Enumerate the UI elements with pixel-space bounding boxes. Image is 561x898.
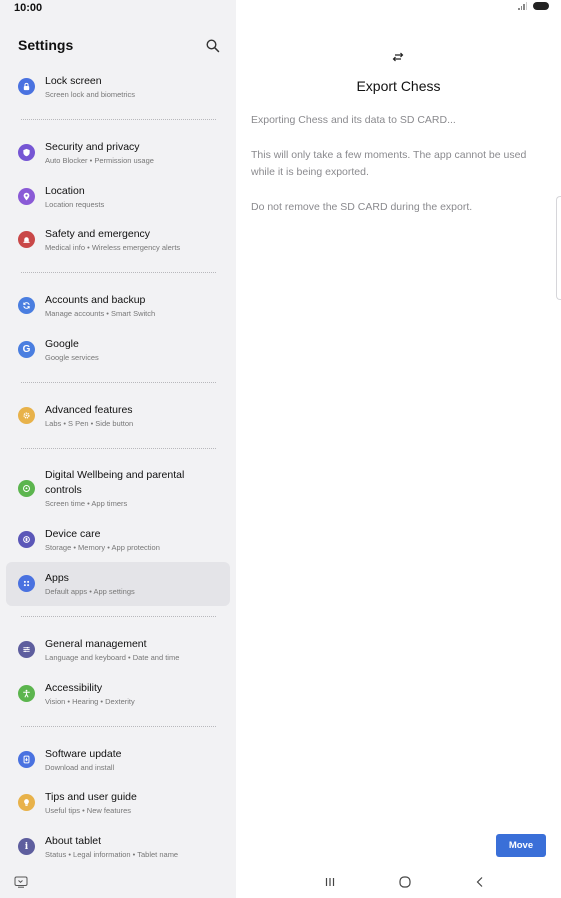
battery-icon [533, 2, 549, 10]
item-subtitle: Labs • S Pen • Side button [45, 419, 134, 428]
item-subtitle: Screen lock and biometrics [45, 90, 136, 99]
divider [21, 382, 216, 383]
item-subtitle: Download and install [45, 763, 115, 772]
item-title: Apps [45, 572, 69, 584]
settings-panel: 10:00 Settings Lock screen Screen lock a… [0, 0, 236, 898]
page-title: Settings [18, 37, 74, 53]
item-title: Accounts and backup [45, 294, 146, 306]
settings-item-digital-wellbeing[interactable]: Digital Wellbeing and parental controls … [6, 460, 230, 516]
location-pin-icon [18, 188, 35, 205]
settings-item-accounts-and-backup[interactable]: Accounts and backup Manage accounts • Sm… [6, 284, 230, 328]
item-subtitle: Vision • Hearing • Dexterity [45, 697, 135, 706]
apps-grid-icon [18, 575, 35, 592]
item-title: Software update [45, 748, 122, 760]
lock-icon [18, 78, 35, 95]
swap-arrows-icon [392, 52, 404, 62]
settings-item-google[interactable]: G Google Google services [6, 328, 230, 372]
item-subtitle: Useful tips • New features [45, 806, 131, 815]
settings-item-advanced-features[interactable]: Advanced features Labs • S Pen • Side bu… [6, 394, 230, 438]
settings-item-lock-screen[interactable]: Lock screen Screen lock and biometrics [6, 65, 230, 109]
item-title: Advanced features [45, 404, 133, 416]
item-subtitle: Screen time • App timers [45, 499, 128, 508]
item-title-line2: controls [45, 484, 82, 496]
settings-item-device-care[interactable]: Device care Storage • Memory • App prote… [6, 518, 230, 562]
item-subtitle: Storage • Memory • App protection [45, 543, 160, 552]
item-subtitle: Location requests [45, 200, 105, 209]
accessibility-person-icon [18, 685, 35, 702]
item-title: Device care [45, 528, 101, 540]
settings-item-safety-and-emergency[interactable]: Safety and emergency Medical info • Wire… [6, 218, 230, 262]
alarm-bell-icon [18, 231, 35, 248]
sync-icon [18, 297, 35, 314]
recent-apps-icon[interactable] [322, 874, 338, 890]
settings-item-tips-and-user-guide[interactable]: Tips and user guide Useful tips • New fe… [6, 781, 230, 825]
item-subtitle: Manage accounts • Smart Switch [45, 309, 156, 318]
settings-item-general-management[interactable]: General management Language and keyboard… [6, 628, 230, 672]
item-subtitle: Auto Blocker • Permission usage [45, 156, 154, 165]
shield-icon [18, 144, 35, 161]
item-title: Safety and emergency [45, 228, 151, 240]
item-title: Google [45, 338, 79, 350]
export-panel [236, 0, 561, 898]
divider [21, 616, 216, 617]
item-title: General management [45, 638, 147, 650]
item-title: Security and privacy [45, 141, 140, 153]
move-button[interactable]: Move [496, 834, 546, 857]
divider [21, 726, 216, 727]
settings-item-software-update[interactable]: Software update Download and install [6, 738, 230, 782]
device-care-icon [18, 531, 35, 548]
item-subtitle: Google services [45, 353, 99, 362]
item-title: Location [45, 185, 85, 197]
export-message-2: This will only take a few moments. The a… [251, 149, 527, 178]
divider [21, 272, 216, 273]
settings-item-about-tablet[interactable]: i About tablet Status • Legal informatio… [6, 825, 230, 869]
settings-item-location[interactable]: Location Location requests [6, 175, 230, 219]
divider [21, 448, 216, 449]
export-message-3: Do not remove the SD CARD during the exp… [251, 201, 473, 213]
back-icon[interactable] [472, 874, 488, 890]
item-subtitle: Default apps • App settings [45, 587, 135, 596]
item-title: Lock screen [45, 75, 102, 87]
home-icon[interactable] [397, 874, 413, 890]
item-title: Digital Wellbeing and parental [45, 469, 185, 481]
item-subtitle: Language and keyboard • Date and time [45, 653, 180, 662]
lightbulb-icon [18, 794, 35, 811]
status-icons [518, 2, 549, 10]
settings-item-security-and-privacy[interactable]: Security and privacy Auto Blocker • Perm… [6, 131, 230, 175]
gear-plus-icon [18, 407, 35, 424]
settings-item-apps[interactable]: Apps Default apps • App settings [6, 562, 230, 606]
item-title: Accessibility [45, 682, 103, 694]
keyboard-toggle-icon[interactable] [14, 876, 28, 888]
google-g-icon: G [18, 341, 35, 358]
search-icon[interactable] [205, 38, 221, 54]
signal-icon [518, 2, 528, 10]
status-time: 10:00 [14, 2, 43, 14]
export-title: Export Chess [356, 78, 441, 94]
info-icon: i [18, 838, 35, 855]
sliders-icon [18, 641, 35, 658]
export-message-1: Exporting Chess and its data to SD CARD.… [251, 114, 456, 126]
settings-item-accessibility[interactable]: Accessibility Vision • Hearing • Dexteri… [6, 672, 230, 716]
software-update-icon [18, 751, 35, 768]
edge-panel-handle[interactable] [556, 196, 561, 300]
item-title: Tips and user guide [45, 791, 137, 803]
item-subtitle: Medical info • Wireless emergency alerts [45, 243, 181, 252]
divider [21, 119, 216, 120]
item-title: About tablet [45, 835, 102, 847]
item-subtitle: Status • Legal information • Tablet name [45, 850, 179, 859]
wellbeing-icon [18, 480, 35, 497]
